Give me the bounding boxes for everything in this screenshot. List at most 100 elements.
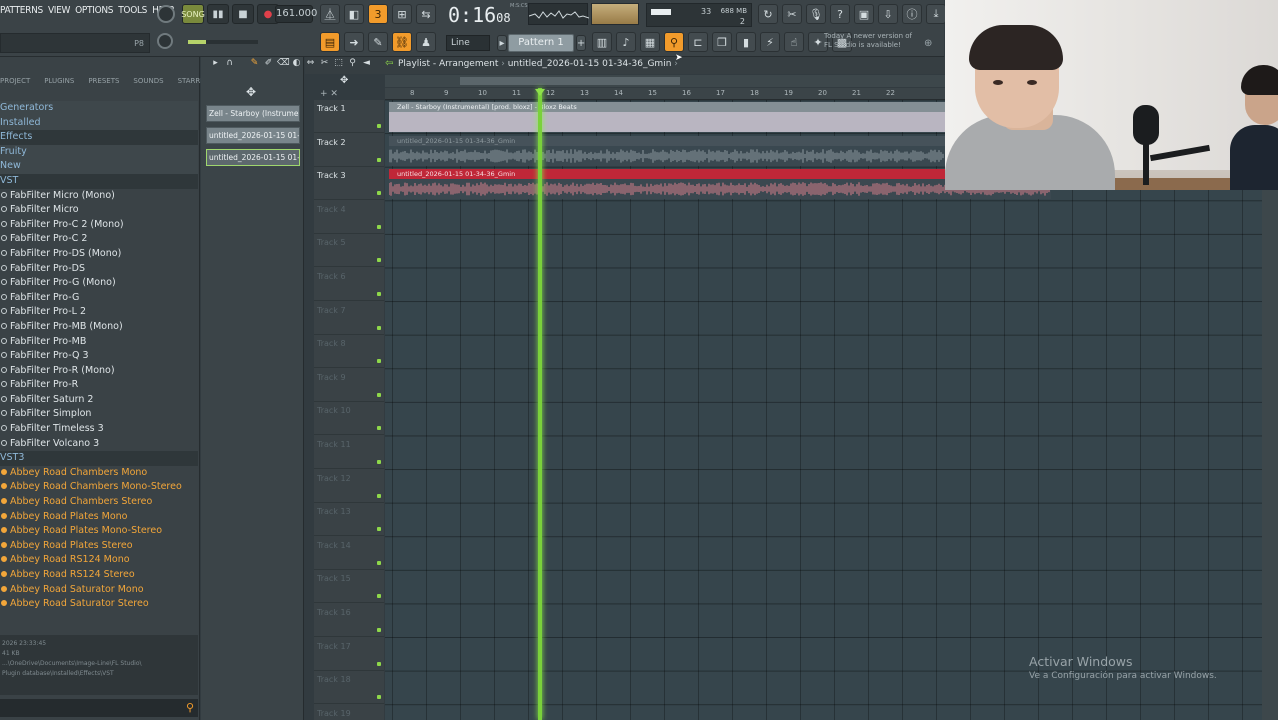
typing-keyboard-icon[interactable]: ▤: [320, 32, 340, 52]
browser-plugin-item[interactable]: FabFilter Pro-DS: [0, 262, 198, 277]
touch-icon[interactable]: ☝: [784, 32, 804, 52]
browser-plugin-item[interactable]: FabFilter Volcano 3: [0, 437, 198, 452]
track-mute-led[interactable]: [377, 191, 381, 196]
track-mute-led[interactable]: [377, 325, 381, 330]
browser-icon[interactable]: ⊏: [688, 32, 708, 52]
track-header[interactable]: Track 1: [314, 100, 384, 133]
menu-tools[interactable]: TOOLS: [118, 5, 147, 16]
track-mute-led[interactable]: [377, 224, 381, 229]
track-mute-led[interactable]: [377, 392, 381, 397]
globe-icon[interactable]: ⊕: [924, 38, 932, 49]
browser-plugin-item[interactable]: FabFilter Pro-G: [0, 291, 198, 306]
countdown-icon[interactable]: 3: [368, 4, 388, 24]
track-header[interactable]: Track 19: [314, 705, 384, 720]
browser-plugin-item[interactable]: Abbey Road RS124 Mono: [0, 553, 198, 568]
tab-sounds[interactable]: SOUNDS: [133, 77, 163, 93]
browser-category[interactable]: Effects: [0, 130, 198, 145]
project-icon[interactable]: ❐: [712, 32, 732, 52]
channel-rack-icon[interactable]: ▦: [640, 32, 660, 52]
track-header[interactable]: Track 18: [314, 671, 384, 705]
plugin-picker-icon[interactable]: ▮: [736, 32, 756, 52]
browser-plugin-item[interactable]: FabFilter Pro-Q 3: [0, 349, 198, 364]
audio-clip-track2[interactable]: untitled_2026-01-15 01-34-36_Gmin: [388, 136, 945, 166]
add-track-icon[interactable]: + ✕: [320, 89, 338, 99]
time-ruler[interactable]: 8 9 10 11 12 13 14 15 16 17 18 19 20 21 22: [385, 88, 945, 100]
undo-history-icon[interactable]: ↻: [758, 4, 778, 24]
browser-plugin-item[interactable]: Abbey Road Saturator Mono: [0, 583, 198, 598]
slip-tool-icon[interactable]: ⇔: [305, 58, 316, 69]
info-icon[interactable]: ⓘ: [902, 4, 922, 24]
track-header[interactable]: Track 5: [314, 234, 384, 268]
playlist-icon[interactable]: ▥: [592, 32, 612, 52]
magnet-icon[interactable]: ∩: [224, 58, 235, 69]
tuner-icon[interactable]: ⚡: [760, 32, 780, 52]
select-tool-icon[interactable]: ⬚: [333, 58, 344, 69]
track-mute-led[interactable]: [377, 258, 381, 263]
browser-plugin-item[interactable]: FabFilter Pro-G (Mono): [0, 276, 198, 291]
paint-tool-icon[interactable]: ✐: [263, 58, 274, 69]
piano-roll-icon[interactable]: ♪: [616, 32, 636, 52]
playlist-menu-icon[interactable]: ⇦: [385, 58, 393, 69]
search-icon[interactable]: ⚲: [186, 701, 194, 714]
browser-category[interactable]: Fruity: [0, 144, 198, 160]
tab-plugins[interactable]: PLUGINS: [44, 77, 74, 93]
playlist-move-icon[interactable]: ✥: [340, 75, 348, 86]
browser-plugin-item[interactable]: FabFilter Micro (Mono): [0, 189, 198, 204]
menu-patterns[interactable]: PATTERNS: [0, 5, 43, 16]
loop-record-icon[interactable]: ⊞: [392, 4, 412, 24]
tab-project[interactable]: PROJECT: [0, 77, 30, 93]
menu-view[interactable]: VIEW: [48, 5, 70, 16]
browser-plugin-item[interactable]: Abbey Road Chambers Stereo: [0, 495, 198, 510]
delete-tool-icon[interactable]: ⌫: [277, 58, 290, 69]
track-mute-led[interactable]: [377, 493, 381, 498]
playback-tool-icon[interactable]: ◄: [361, 58, 372, 69]
tab-presets[interactable]: PRESETS: [88, 77, 119, 93]
slice-tool-icon[interactable]: ✂: [319, 58, 330, 69]
tempo-display[interactable]: 161.000: [275, 5, 317, 23]
link-icon[interactable]: ⛓: [392, 32, 412, 52]
track-header[interactable]: Track 3: [314, 167, 384, 201]
track-header[interactable]: Track 10: [314, 402, 384, 436]
track-mute-led[interactable]: [377, 426, 381, 431]
wait-record-icon[interactable]: ◧: [344, 4, 364, 24]
browser-plugin-item[interactable]: FabFilter Pro-MB: [0, 335, 198, 350]
browser-plugin-item[interactable]: FabFilter Pro-R: [0, 378, 198, 393]
track-header[interactable]: Track 9: [314, 369, 384, 402]
audio-clip-track1[interactable]: Zell - Starboy (Instrumental) [prod. blo…: [389, 102, 945, 132]
browser-plugin-item[interactable]: Abbey Road RS124 Stereo: [0, 568, 198, 583]
browser-plugin-item[interactable]: FabFilter Pro-MB (Mono): [0, 320, 198, 335]
overview-viewport[interactable]: [460, 77, 680, 85]
track-mute-led[interactable]: [377, 124, 381, 128]
browser-category[interactable]: Installed: [0, 115, 198, 131]
track-header[interactable]: Track 7: [314, 302, 384, 335]
master-slider[interactable]: [188, 40, 258, 44]
track-mute-led[interactable]: [377, 695, 381, 700]
track-header[interactable]: Track 14: [314, 537, 384, 570]
browser-plugin-item[interactable]: FabFilter Pro-L 2: [0, 305, 198, 320]
browser-category[interactable]: VST3: [0, 451, 198, 466]
pattern-add-button[interactable]: +: [576, 35, 586, 51]
browser-category[interactable]: Generators: [0, 101, 198, 116]
track-mute-led[interactable]: [377, 594, 381, 599]
mixer-icon[interactable]: ⚲: [664, 32, 684, 52]
snap-select[interactable]: Line: [446, 35, 490, 51]
browser-category[interactable]: VST: [0, 173, 198, 189]
picker-clip[interactable]: untitled_2026-01-15 01-34-36: [206, 127, 300, 144]
track-header[interactable]: Track 4: [314, 201, 384, 234]
browser-plugin-item[interactable]: FabFilter Saturn 2: [0, 393, 198, 408]
bell-icon[interactable]: ♟: [416, 32, 436, 52]
song-mode-button[interactable]: SONG: [181, 4, 205, 24]
playlist-overview[interactable]: [385, 75, 945, 87]
track-mute-led[interactable]: [377, 527, 381, 532]
render-icon[interactable]: ⇩: [878, 4, 898, 24]
track-header[interactable]: Track 2: [314, 134, 384, 167]
step-edit-icon[interactable]: ⇆: [416, 4, 436, 24]
track-mute-led[interactable]: [377, 460, 381, 464]
browser-category[interactable]: New: [0, 159, 198, 174]
zoom-tool-icon[interactable]: ⚲: [347, 58, 358, 69]
browser-plugin-item[interactable]: FabFilter Simplon: [0, 407, 198, 422]
track-header[interactable]: Track 13: [314, 503, 384, 537]
browser-plugin-item[interactable]: FabFilter Micro: [0, 203, 198, 218]
metronome-icon[interactable]: ⏅: [320, 4, 340, 24]
playhead-line[interactable]: [538, 88, 542, 720]
